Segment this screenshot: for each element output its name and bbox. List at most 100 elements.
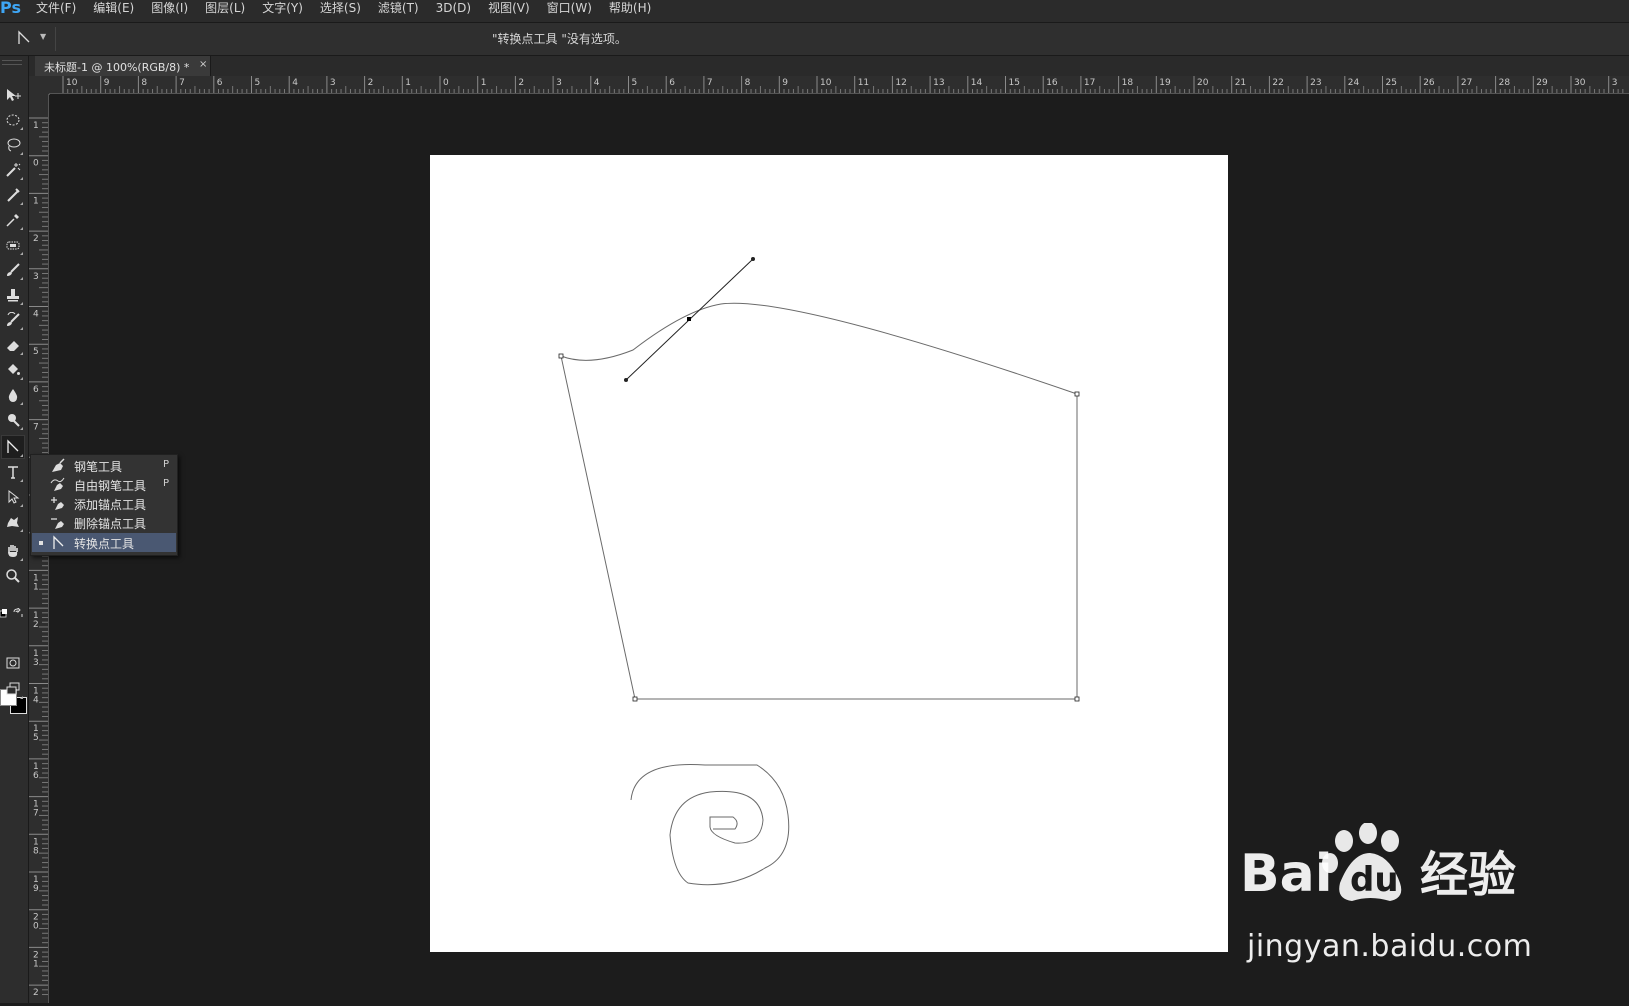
swap-colors-icon[interactable] bbox=[13, 606, 23, 617]
clone-stamp-icon bbox=[7, 289, 19, 302]
direction-handle-end bbox=[751, 257, 755, 261]
dodge-tool[interactable] bbox=[2, 409, 24, 431]
photoshop-logo: Ps bbox=[0, 0, 21, 17]
quick-mask-icon bbox=[6, 657, 20, 669]
crop-tool[interactable] bbox=[2, 184, 24, 206]
convert-point-icon[interactable] bbox=[16, 30, 32, 46]
ruler-tick-label: 26 bbox=[1423, 78, 1435, 88]
watermark-brand-du: du bbox=[1350, 860, 1399, 900]
options-divider bbox=[55, 27, 56, 51]
ruler-tick-label: 17 bbox=[1084, 78, 1095, 88]
magic-wand-tool[interactable] bbox=[2, 159, 24, 181]
ruler-tick-label: 5 bbox=[632, 78, 638, 88]
hand-icon bbox=[8, 545, 18, 557]
clone-stamp-tool[interactable] bbox=[2, 284, 24, 306]
flyout-item-add-anchor[interactable]: 添加锚点工具 bbox=[32, 494, 176, 513]
ruler-tick-label: 7 bbox=[33, 423, 39, 433]
ruler-tick-label: 6 bbox=[669, 78, 675, 88]
menu-edit[interactable]: 编辑(E) bbox=[93, 0, 134, 16]
quick-mask-button[interactable] bbox=[2, 652, 24, 674]
eyedropper-tool[interactable] bbox=[2, 209, 24, 231]
ruler-tick-label: 6 bbox=[33, 385, 39, 395]
move-icon bbox=[7, 89, 21, 101]
ruler-tick-label: 3 bbox=[33, 658, 39, 668]
eraser-icon bbox=[7, 341, 19, 351]
ruler-tick-label: 7 bbox=[707, 78, 713, 88]
zoom-tool[interactable] bbox=[2, 565, 24, 587]
ruler-origin[interactable] bbox=[29, 76, 50, 95]
anchor-point-selected bbox=[687, 317, 691, 321]
menu-window[interactable]: 窗口(W) bbox=[547, 0, 592, 16]
paint-bucket-icon bbox=[8, 364, 20, 375]
options-bar: ▼ "转换点工具 "没有选项。 bbox=[0, 23, 1629, 56]
watermark-url: jingyan.baidu.com bbox=[1247, 929, 1533, 964]
menu-file[interactable]: 文件(F) bbox=[36, 0, 76, 16]
screen-mode-button[interactable] bbox=[2, 678, 24, 700]
freeform-pen-icon bbox=[50, 477, 66, 492]
path-selection-tool[interactable] bbox=[2, 486, 24, 508]
document-tab-title: 未标题-1 @ 100%(RGB/8) * bbox=[44, 61, 190, 74]
flyout-item-convert-point[interactable]: 转换点工具 bbox=[32, 533, 176, 552]
history-brush-tool[interactable] bbox=[2, 309, 24, 331]
ruler-tick-label: 29 bbox=[1536, 78, 1548, 88]
document-canvas[interactable] bbox=[430, 155, 1228, 952]
ruler-tick-label: 16 bbox=[1046, 78, 1058, 88]
ruler-tick-label: 12 bbox=[895, 78, 906, 88]
type-tool[interactable] bbox=[2, 461, 24, 483]
custom-shape-tool[interactable] bbox=[2, 511, 24, 533]
delete-anchor-icon bbox=[50, 515, 66, 530]
brush-tool[interactable] bbox=[2, 259, 24, 281]
anchor-point bbox=[558, 353, 564, 359]
elliptical-marquee-icon bbox=[6, 114, 20, 126]
healing-brush-tool[interactable] bbox=[2, 234, 24, 256]
flyout-item-label: 添加锚点工具 bbox=[74, 498, 147, 512]
document-tab[interactable]: 未标题-1 @ 100%(RGB/8) * × bbox=[35, 56, 211, 76]
ruler-tick-label: 4 bbox=[33, 310, 39, 320]
ruler-tick-label: 15 bbox=[1009, 78, 1020, 88]
menu-type[interactable]: 文字(Y) bbox=[262, 0, 303, 16]
menu-filter[interactable]: 滤镜(T) bbox=[378, 0, 419, 16]
watermark-brand-cn: 经验 bbox=[1420, 847, 1516, 903]
ruler-tick-label: 9 bbox=[104, 78, 110, 88]
ruler-tick-label: 0 bbox=[33, 159, 39, 169]
eraser-tool[interactable] bbox=[2, 334, 24, 356]
flyout-item-freeform-pen[interactable]: 自由钢笔工具 P bbox=[32, 475, 176, 494]
menu-help[interactable]: 帮助(H) bbox=[609, 0, 651, 16]
menu-3d[interactable]: 3D(D) bbox=[436, 0, 471, 16]
flyout-item-label: 转换点工具 bbox=[74, 537, 135, 551]
tool-preset-dropdown-icon[interactable]: ▼ bbox=[40, 32, 46, 41]
dodge-icon bbox=[8, 414, 20, 427]
ruler-tick-label: 20 bbox=[1197, 78, 1209, 88]
hand-tool[interactable] bbox=[2, 540, 24, 562]
ruler-tick-label: 0 bbox=[33, 922, 39, 932]
paint-bucket-tool[interactable] bbox=[2, 359, 24, 381]
flyout-item-label: 删除锚点工具 bbox=[74, 517, 147, 531]
ruler-tick-label: 4 bbox=[594, 78, 600, 88]
close-tab-icon[interactable]: × bbox=[199, 59, 207, 70]
ruler-tick-label: 10 bbox=[820, 78, 832, 88]
closed-shape-path bbox=[560, 302, 1078, 700]
convert-point-tool[interactable] bbox=[1, 435, 25, 459]
blur-tool[interactable] bbox=[2, 384, 24, 406]
panel-grip[interactable] bbox=[2, 60, 22, 65]
flyout-item-label: 自由钢笔工具 bbox=[74, 479, 147, 493]
horizontal-ruler[interactable]: 10 9 8 7 6 5 4 3 2 1 0 1 2 3 4 5 6 7 8 9 10 11 12 13 14 15 16 17 18 1… bbox=[49, 76, 1629, 94]
lasso-tool[interactable] bbox=[2, 134, 24, 156]
crop-icon bbox=[7, 188, 20, 202]
spiral-freeform-path bbox=[630, 763, 790, 886]
marquee-tool[interactable] bbox=[2, 109, 24, 131]
convert-point-icon bbox=[50, 535, 66, 550]
menu-layer[interactable]: 图层(L) bbox=[205, 0, 245, 16]
ruler-tick-label: 4 bbox=[33, 696, 39, 706]
ruler-tick-label: 11 bbox=[858, 78, 869, 88]
menu-image[interactable]: 图像(I) bbox=[151, 0, 188, 16]
menu-view[interactable]: 视图(V) bbox=[488, 0, 530, 16]
flyout-item-delete-anchor[interactable]: 删除锚点工具 bbox=[32, 513, 176, 532]
move-tool[interactable] bbox=[2, 84, 24, 106]
menu-select[interactable]: 选择(S) bbox=[320, 0, 361, 16]
flyout-item-pen[interactable]: 钢笔工具 P bbox=[32, 456, 176, 475]
ruler-tick-label: 8 bbox=[745, 78, 751, 88]
anchor-point bbox=[1074, 391, 1080, 397]
ruler-tick-label: 5 bbox=[255, 78, 261, 88]
default-colors-icon[interactable] bbox=[0, 607, 10, 618]
